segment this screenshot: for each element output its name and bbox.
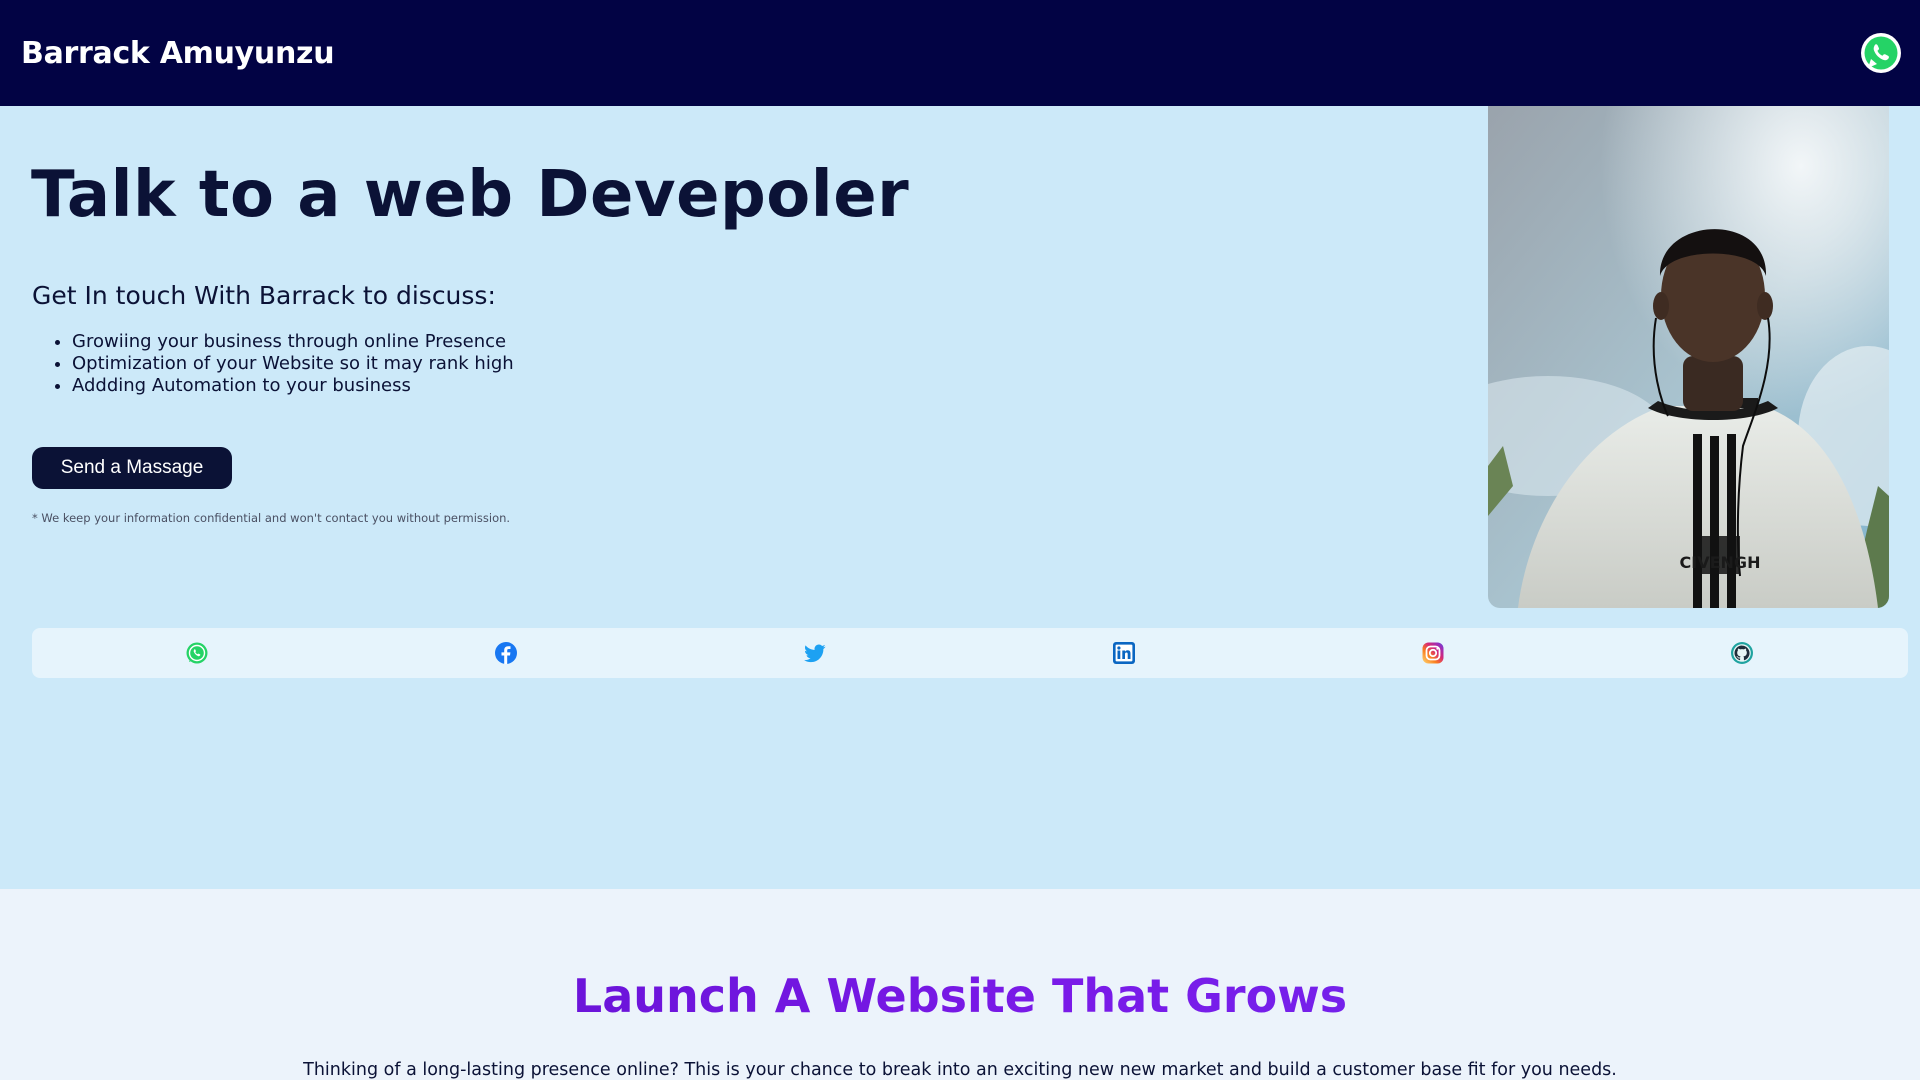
- list-item: Addding Automation to your business: [72, 375, 514, 397]
- send-message-button[interactable]: Send a Massage: [32, 447, 232, 489]
- whatsapp-icon[interactable]: [185, 641, 209, 665]
- whatsapp-icon[interactable]: [1859, 31, 1903, 75]
- github-icon[interactable]: [1730, 641, 1754, 665]
- list-item: Growiing your business through online Pr…: [72, 331, 514, 353]
- hero-subtitle: Get In touch With Barrack to discuss:: [32, 281, 496, 310]
- twitter-icon[interactable]: [803, 641, 827, 665]
- profile-photo: CIVENGH: [1488, 106, 1889, 608]
- launch-section: Launch A Website That Grows Thinking of …: [0, 889, 1920, 1080]
- linkedin-icon[interactable]: [1112, 641, 1136, 665]
- brand-name[interactable]: Barrack Amuyunzu: [21, 36, 335, 71]
- shirt-print-text: CIVENGH: [1680, 553, 1761, 572]
- navbar: Barrack Amuyunzu: [0, 0, 1920, 106]
- instagram-icon[interactable]: [1421, 641, 1445, 665]
- social-links-bar: [32, 628, 1908, 678]
- discussion-points: Growiing your business through online Pr…: [32, 331, 514, 397]
- hero-section: Talk to a web Devepoler Get In touch Wit…: [0, 106, 1920, 889]
- facebook-icon[interactable]: [494, 641, 518, 665]
- list-item: Optimization of your Website so it may r…: [72, 353, 514, 375]
- section-description: Thinking of a long-lasting presence onli…: [303, 1060, 1617, 1080]
- hero-title: Talk to a web Devepoler: [31, 158, 910, 232]
- privacy-disclaimer: * We keep your information confidential …: [32, 511, 511, 525]
- section-heading: Launch A Website That Grows: [0, 969, 1920, 1023]
